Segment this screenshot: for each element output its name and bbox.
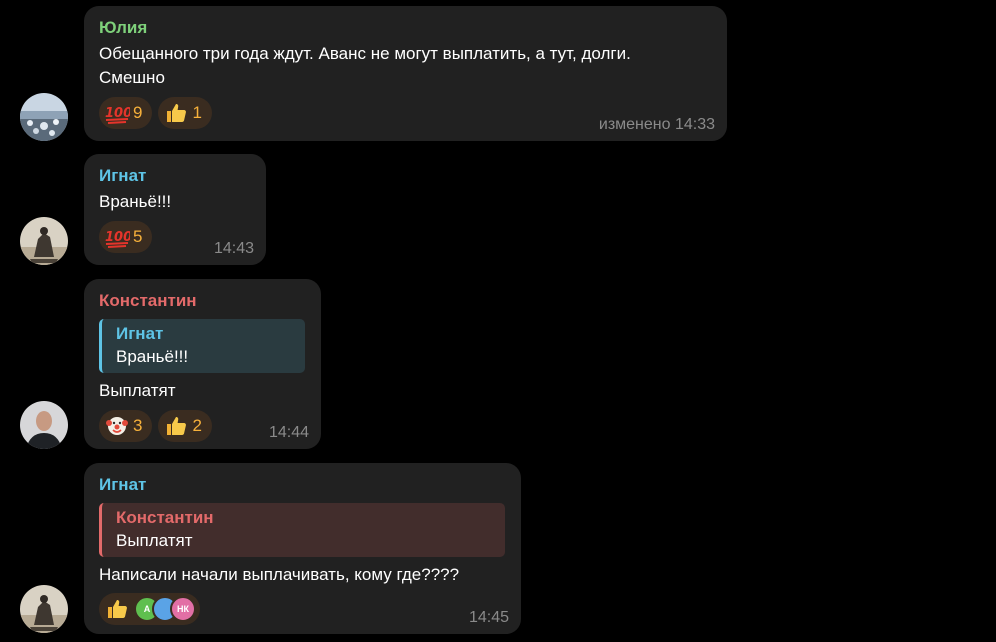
reply-sender-name: Игнат (116, 324, 164, 343)
reactor-avatars: А НК (134, 596, 196, 622)
message-bubble[interactable]: Игнат Враньё!!! 100 5 14:43 (84, 154, 266, 265)
sender-name[interactable]: Юлия (99, 18, 713, 38)
message-text: Написали начали выплачивать, кому где???… (99, 565, 460, 584)
reaction-thumbs-up[interactable]: А НК (99, 593, 200, 625)
reaction-thumbs-up[interactable]: 2 (158, 410, 212, 442)
reaction-count: 9 (133, 103, 143, 122)
clown-face-icon (104, 413, 130, 439)
message-bubble[interactable]: Юлия Обещанного три года ждут. Аванс не … (84, 6, 727, 141)
reaction-count: 1 (192, 103, 202, 122)
message-timestamp: 14:44 (268, 424, 309, 441)
message-timestamp: 14:45 (468, 609, 509, 626)
message-timestamp: 14:43 (213, 240, 254, 257)
sender-name[interactable]: Игнат (99, 166, 252, 186)
message-text: Обещанного три года ждут. Аванс не могут… (99, 42, 713, 90)
avatar[interactable] (20, 585, 68, 633)
avatar[interactable] (20, 93, 68, 141)
reactor-avatar: НК (170, 596, 196, 622)
reaction-thumbs-up[interactable]: 1 (158, 97, 212, 129)
thumbs-up-icon (163, 100, 189, 126)
thumbs-up-icon (104, 596, 130, 622)
reactions-bar: А НК (99, 593, 507, 625)
message-bubble[interactable]: Игнат Константин Выплатят Написали начал… (84, 463, 521, 634)
reaction-clown-face[interactable]: 3 (99, 410, 153, 442)
reply-quote[interactable]: Игнат Враньё!!! (99, 319, 305, 373)
message-text: Выплатят (99, 381, 176, 400)
reaction-count: 2 (192, 416, 202, 435)
reply-text: Выплатят (116, 531, 193, 550)
avatar[interactable] (20, 401, 68, 449)
sender-name[interactable]: Игнат (99, 475, 507, 495)
reply-text: Враньё!!! (116, 347, 189, 366)
reaction-count: 3 (133, 416, 143, 435)
avatar[interactable] (20, 217, 68, 265)
hundred-points-icon: 100 (104, 100, 130, 126)
message-text: Враньё!!! (99, 192, 172, 211)
message-bubble[interactable]: Константин Игнат Враньё!!! Выплатят 3 2 … (84, 279, 321, 449)
message-timestamp: изменено 14:33 (598, 116, 715, 133)
message-text-line: Обещанного три года ждут. Аванс не могут… (99, 44, 631, 63)
thumbs-up-icon (163, 413, 189, 439)
reaction-hundred-points[interactable]: 100 9 (99, 97, 153, 129)
reaction-count: 5 (133, 227, 143, 246)
reaction-hundred-points[interactable]: 100 5 (99, 221, 153, 253)
reply-sender-name: Константин (116, 508, 214, 527)
sender-name[interactable]: Константин (99, 291, 307, 311)
chat-history[interactable]: Юлия Обещанного три года ждут. Аванс не … (0, 0, 996, 642)
hundred-points-icon: 100 (104, 224, 130, 250)
reply-quote[interactable]: Константин Выплатят (99, 503, 505, 557)
message-text-line: Смешно (99, 68, 165, 87)
